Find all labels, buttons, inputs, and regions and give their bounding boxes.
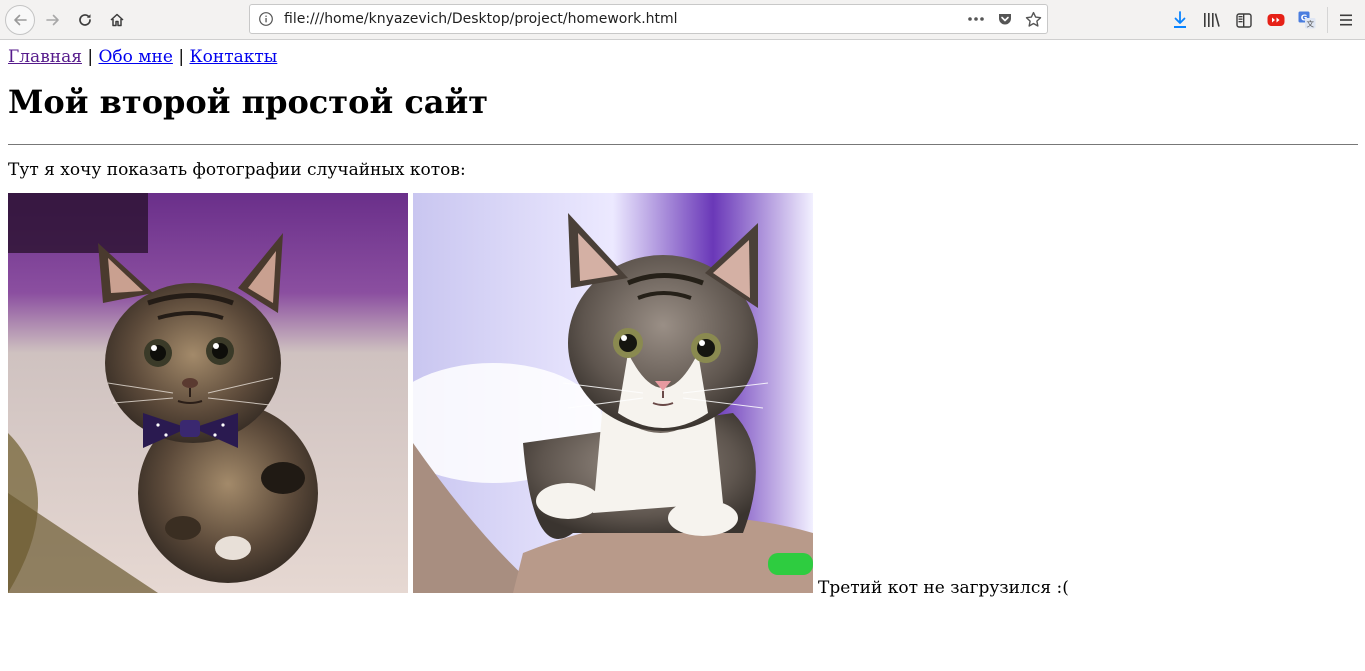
- browser-toolbar: file:///home/knyazevich/Desktop/project/…: [0, 0, 1365, 40]
- home-button[interactable]: [102, 5, 132, 35]
- nav-separator: |: [178, 47, 185, 67]
- forward-button[interactable]: [38, 5, 68, 35]
- nav-link-contacts[interactable]: Контакты: [189, 47, 277, 67]
- url-text[interactable]: file:///home/knyazevich/Desktop/project/…: [284, 11, 678, 27]
- divider: [8, 144, 1358, 145]
- web-page: Главная | Обо мне | Контакты Мой второй …: [8, 40, 1358, 598]
- translate-icon[interactable]: G 文: [1297, 10, 1317, 30]
- nav-separator: |: [87, 47, 94, 67]
- pocket-icon[interactable]: [996, 10, 1014, 28]
- cat-photo-2: [413, 193, 813, 593]
- more-dots-icon[interactable]: [967, 10, 985, 28]
- library-icon[interactable]: [1202, 10, 1222, 30]
- nav-link-about[interactable]: Обо мне: [99, 47, 173, 67]
- youtube-icon[interactable]: [1266, 10, 1286, 30]
- star-icon[interactable]: [1024, 10, 1042, 28]
- sidebar-icon[interactable]: [1234, 10, 1254, 30]
- hamburger-menu-icon[interactable]: [1336, 10, 1356, 30]
- download-icon[interactable]: [1170, 10, 1190, 30]
- svg-text:文: 文: [1307, 18, 1315, 28]
- cat-gallery: Третий кот не загрузился :(: [8, 193, 1358, 598]
- cat-photo-1: [8, 193, 408, 593]
- info-icon[interactable]: [258, 11, 274, 27]
- missing-cat-text: Третий кот не загрузился :(: [818, 578, 1069, 598]
- address-bar[interactable]: file:///home/knyazevich/Desktop/project/…: [249, 4, 1048, 34]
- site-nav: Главная | Обо мне | Контакты: [8, 46, 1358, 68]
- reload-icon: [79, 14, 91, 26]
- reload-button[interactable]: [70, 5, 100, 35]
- page-title: Мой второй простой сайт: [8, 83, 489, 121]
- intro-text: Тут я хочу показать фотографии случайных…: [8, 160, 466, 180]
- nav-link-home[interactable]: Главная: [8, 47, 82, 67]
- back-arrow-icon: [14, 14, 27, 26]
- forward-arrow-icon: [46, 14, 59, 26]
- back-button[interactable]: [5, 5, 35, 35]
- home-icon: [110, 13, 124, 27]
- toolbar-separator: [1327, 7, 1328, 33]
